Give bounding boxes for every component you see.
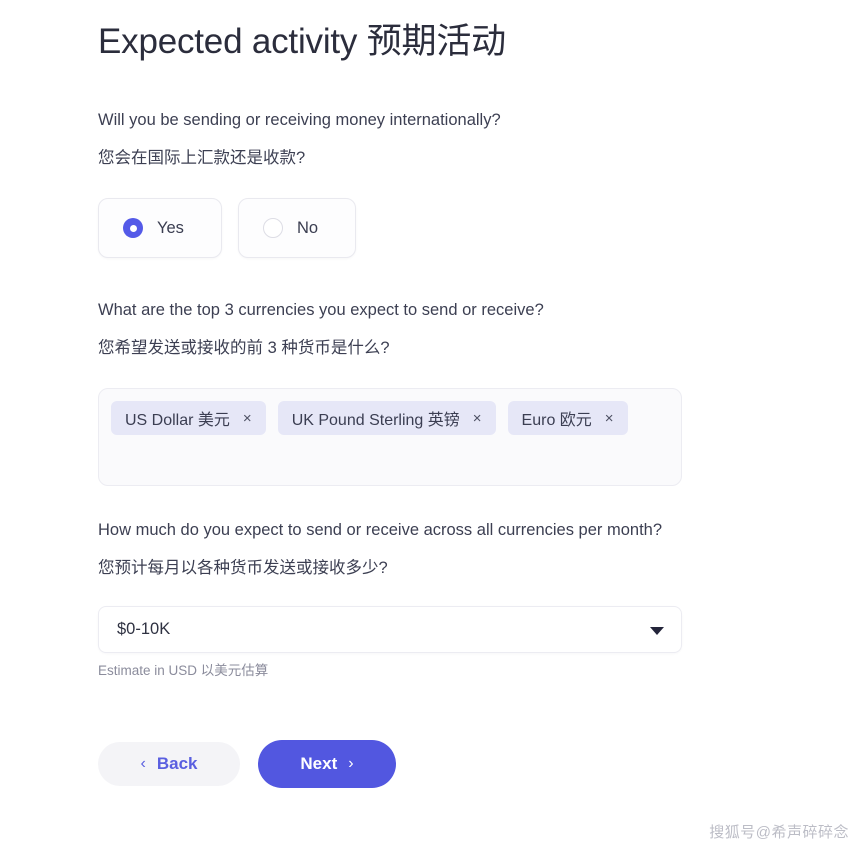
radio-selected-icon <box>123 218 143 238</box>
monthly-volume-select[interactable]: $0-10K <box>98 606 682 653</box>
question-3-label-en: How much do you expect to send or receiv… <box>98 521 663 539</box>
radio-unselected-icon <box>263 218 283 238</box>
radio-option-yes[interactable]: Yes <box>98 198 222 258</box>
radio-group-international-money: Yes No <box>98 198 698 258</box>
currency-tag[interactable]: US Dollar 美元 × <box>111 401 266 435</box>
next-button[interactable]: Next › <box>258 740 396 788</box>
question-monthly-volume: How much do you expect to send or receiv… <box>98 516 698 680</box>
form-content: Expected activity 预期活动 Will you be sendi… <box>98 0 698 788</box>
back-button-label: Back <box>156 754 198 773</box>
form-page: Expected activity 预期活动 Will you be sendi… <box>0 0 861 850</box>
question-2-label-en: What are the top 3 currencies you expect… <box>98 301 544 319</box>
radio-option-no[interactable]: No <box>238 198 356 258</box>
question-1-label-zh: 您会在国际上汇款还是收款? <box>98 149 306 167</box>
question-3-label-zh: 您预计每月以各种货币发送或接收多少? <box>98 559 388 577</box>
question-top-currencies: What are the top 3 currencies you expect… <box>98 296 698 486</box>
currency-tag[interactable]: Euro 欧元 × <box>507 401 628 435</box>
next-button-label: Next <box>300 754 338 773</box>
back-button[interactable]: ‹ Back <box>98 742 240 786</box>
remove-tag-icon[interactable]: × <box>605 411 614 426</box>
form-navigation: ‹ Back Next › <box>98 740 698 788</box>
watermark: 搜狐号@希声碎碎念 <box>709 824 849 841</box>
currency-tag-label: UK Pound Sterling 英镑 <box>291 412 460 429</box>
chevron-left-icon: ‹ <box>140 755 146 772</box>
currency-tag-input[interactable]: US Dollar 美元 × UK Pound Sterling 英镑 × Eu… <box>98 388 682 486</box>
radio-option-no-label: No <box>297 218 319 237</box>
currency-tag-label: US Dollar 美元 <box>125 412 230 429</box>
page-title: Expected activity 预期活动 <box>98 22 506 61</box>
question-international-money: Will you be sending or receiving money i… <box>98 106 698 258</box>
monthly-volume-helper-text: Estimate in USD 以美元估算 <box>98 663 269 678</box>
monthly-volume-select-wrapper: $0-10K <box>98 606 682 653</box>
monthly-volume-select-value: $0-10K <box>117 620 171 638</box>
currency-tag[interactable]: UK Pound Sterling 英镑 × <box>277 401 496 435</box>
chevron-right-icon: › <box>348 755 354 772</box>
radio-option-yes-label: Yes <box>157 218 184 237</box>
currency-tag-label: Euro 欧元 <box>521 412 592 429</box>
remove-tag-icon[interactable]: × <box>243 411 252 426</box>
question-1-label-en: Will you be sending or receiving money i… <box>98 111 501 129</box>
remove-tag-icon[interactable]: × <box>473 411 482 426</box>
question-2-label-zh: 您希望发送或接收的前 3 种货币是什么? <box>98 339 390 357</box>
